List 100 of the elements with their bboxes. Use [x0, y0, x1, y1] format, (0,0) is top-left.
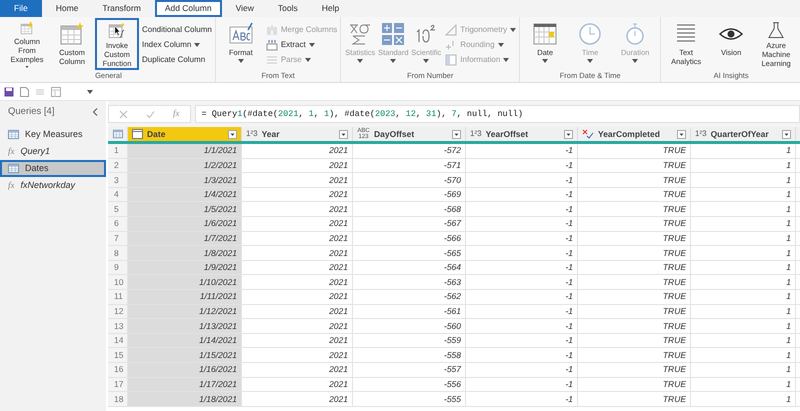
- row-number: 15: [108, 348, 128, 362]
- ribbon-button[interactable]: Duplicate Column: [142, 52, 212, 67]
- pane-title: Queries [4]: [8, 104, 54, 119]
- row-number: 6: [108, 216, 128, 231]
- column-name: Year: [262, 128, 281, 140]
- table-icon: [112, 129, 122, 139]
- function-label: fx: [173, 107, 180, 120]
- caret-icon: [423, 59, 430, 63]
- type-label: 1²3: [246, 128, 258, 140]
- table-sparkle-icon: [59, 22, 85, 46]
- calculator-icon: [380, 22, 406, 46]
- table-cell: 1/4/2021: [128, 188, 242, 202]
- table-cell: 1/12/2021: [128, 304, 242, 318]
- table-cell: 1/3/2021: [128, 173, 242, 187]
- ribbon-button[interactable]: Conditional Column: [142, 22, 212, 37]
- ribbon-tab[interactable]: View: [226, 0, 264, 17]
- caret-icon: [304, 58, 311, 62]
- triangle-icon: [445, 24, 458, 36]
- table-icon: [8, 163, 19, 174]
- table-menu-button[interactable]: [112, 129, 122, 139]
- check-cross-icon: [582, 129, 594, 139]
- table-cell: 1/6/2021: [128, 216, 242, 231]
- row-number: 2: [108, 158, 128, 172]
- filter-dropdown-icon[interactable]: [339, 130, 348, 138]
- table-cell: 1/7/2021: [128, 232, 242, 246]
- column-name: QuarterOfYear: [710, 128, 770, 140]
- query-item[interactable]: fx Query1: [0, 143, 106, 160]
- ribbon-tab[interactable]: Help: [312, 0, 350, 17]
- filter-dropdown-icon[interactable]: [564, 130, 573, 138]
- table-cell: 1/9/2021: [128, 260, 242, 274]
- caret-icon: [632, 59, 638, 63]
- table-cell: 1/8/2021: [128, 246, 242, 260]
- query-item[interactable]: fx fxNetworkday: [0, 177, 106, 194]
- ribbon-tab[interactable]: Home: [46, 0, 88, 17]
- column-name: DayOffset: [374, 128, 416, 140]
- column-header[interactable]: Date: [128, 127, 242, 141]
- caret-icon: [87, 90, 93, 94]
- caret-icon: [587, 59, 594, 63]
- table-cell: 1/5/2021: [128, 202, 242, 216]
- document-icon[interactable]: [20, 86, 29, 96]
- filter-dropdown-icon[interactable]: [228, 130, 237, 138]
- ribbon-tab[interactable]: File: [0, 0, 42, 17]
- text-format-icon: [228, 22, 254, 46]
- row-number: 9: [108, 260, 128, 274]
- collapse-icon[interactable]: [92, 108, 98, 116]
- caret-icon: [498, 42, 504, 46]
- caret-icon: [510, 28, 516, 32]
- row-number: 11: [108, 290, 128, 304]
- filter-dropdown-icon[interactable]: [677, 130, 686, 138]
- row-number: 1: [108, 144, 128, 158]
- row-number: 14: [108, 334, 128, 348]
- ribbon-button[interactable]: Index Column: [142, 37, 212, 52]
- calendar-icon: [532, 22, 558, 46]
- type-label: 1²3: [470, 128, 482, 140]
- filter-dropdown-icon[interactable]: [452, 130, 461, 138]
- table-cell: 1/11/2021: [128, 290, 242, 304]
- type-label: 1²3: [695, 128, 707, 140]
- ribbon-tab[interactable]: Transform: [92, 0, 151, 17]
- row-number: 10: [108, 275, 128, 289]
- table-cell: 1/13/2021: [128, 319, 242, 333]
- table-cell: 1/18/2021: [128, 392, 242, 406]
- parse-icon: [266, 54, 278, 66]
- table-cell: 1/14/2021: [128, 334, 242, 348]
- table-icon: [8, 129, 19, 140]
- row-number: 4: [108, 188, 128, 202]
- ribbon-tab[interactable]: Add Column: [154, 0, 222, 17]
- formula-text: = Query1(#date(2021, 1, 1), #date(2023, 12, 31), 7, null, null): [202, 108, 523, 120]
- calendar-icon: [132, 129, 143, 139]
- row-number: 18: [108, 392, 128, 406]
- table-cell: 1/10/2021: [128, 275, 242, 289]
- ribbon-tab[interactable]: Tools: [268, 0, 308, 17]
- row-number: 7: [108, 232, 128, 246]
- row-number: 5: [108, 202, 128, 216]
- ribbon-button[interactable]: Extract: [266, 37, 338, 52]
- query-item[interactable]: Dates: [0, 160, 106, 177]
- merge-columns-icon: [266, 24, 278, 36]
- filter-dropdown-icon[interactable]: [782, 130, 791, 138]
- table-cell: 1/16/2021: [128, 362, 242, 376]
- column-name: YearOffset: [486, 128, 530, 140]
- row-number: 17: [108, 378, 128, 392]
- query-item[interactable]: Key Measures: [0, 126, 106, 143]
- formula-field[interactable]: = Query1(#date(2021, 1, 1), #date(2023, 12, 31), 7, null, null): [194, 105, 800, 123]
- information-icon: [445, 54, 458, 66]
- caret-icon: [503, 58, 510, 62]
- row-number: 13: [108, 319, 128, 333]
- caret-icon: [542, 59, 548, 63]
- save-icon[interactable]: [4, 86, 14, 96]
- extract-icon: [266, 38, 278, 50]
- caret-icon: [238, 59, 244, 63]
- row-number: 12: [108, 304, 128, 318]
- table-cell: 1/1/2021: [128, 144, 242, 158]
- row-number: 3: [108, 173, 128, 187]
- caret-icon: [194, 42, 200, 46]
- clock-icon: [577, 22, 604, 46]
- table-cell: 1/2/2021: [128, 158, 242, 172]
- caret-icon: [357, 59, 364, 63]
- caret-icon: [390, 59, 396, 63]
- table-cell: 1/15/2021: [128, 348, 242, 362]
- caret-icon: [24, 66, 30, 68]
- table-cell: 1/17/2021: [128, 378, 242, 392]
